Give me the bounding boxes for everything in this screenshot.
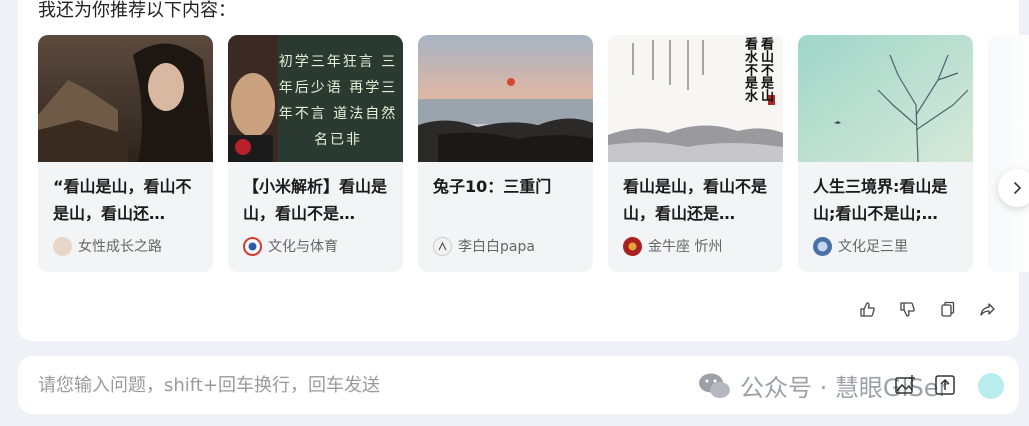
source-avatar [813, 236, 832, 256]
source-name: 金牛座 忻州 [648, 239, 723, 255]
card-title[interactable]: “看山是山，看山不是山，看山还… [53, 173, 201, 227]
card-source: 文化足三里 [813, 235, 908, 257]
share-icon [979, 302, 995, 316]
wechat-icon [699, 373, 730, 398]
card-source: 文化与体育 [243, 235, 338, 257]
share-button[interactable] [978, 300, 996, 318]
recommendation-card[interactable]: 兔子10：三重门 李白白papa [418, 35, 593, 272]
carousel-next-button[interactable] [998, 169, 1029, 207]
card-title[interactable]: 兔子10：三重门 [433, 173, 581, 200]
card-source: 金牛座 忻州 [623, 235, 722, 257]
card-title[interactable]: 【小米解析】看山是山，看山不是… [243, 173, 391, 227]
card-title[interactable]: 人生三境界:看山是山;看山不是山;… [813, 173, 961, 227]
chevron-right-icon [1014, 182, 1021, 194]
card-thumbnail [798, 35, 973, 162]
card-thumbnail [418, 35, 593, 162]
card-thumbnail: 看山不是山 看水不是水 [608, 35, 783, 162]
carousel-fade [978, 35, 1029, 272]
card-source: 女性成长之路 [53, 235, 162, 257]
source-name: 李白白papa [458, 239, 535, 255]
source-name: 女性成长之路 [78, 239, 162, 255]
chat-input-bar: 公众号 · 慧眼GISer [18, 356, 1019, 414]
file-upload-button[interactable] [933, 373, 957, 397]
source-name: 文化与体育 [268, 239, 338, 255]
recommendation-carousel: “看山是山，看山不是山，看山还… 女性成长之路 初学三年狂言 三年后少语 再学三… [38, 35, 1029, 272]
card-thumbnail [38, 35, 213, 162]
copy-button[interactable] [938, 300, 956, 318]
card-title[interactable]: 看山是山，看山不是山，看山还是… [623, 173, 771, 227]
recommendation-card[interactable]: 看山不是山 看水不是水 看山是山，看山不是山，看山还是… 金牛座 忻州 [608, 35, 783, 272]
upload-icon [935, 375, 955, 395]
thumbnail-overlay-text: 初学三年狂言 三年后少语 再学三年不言 道法自然名已非 [278, 54, 398, 148]
card-thumbnail: 初学三年狂言 三年后少语 再学三年不言 道法自然名已非 [228, 35, 403, 162]
source-avatar [623, 236, 642, 256]
recommendation-card[interactable]: 人生三境界:看山是山;看山不是山;… 文化足三里 [798, 35, 973, 272]
recommendation-card[interactable]: “看山是山，看山不是山，看山还… 女性成长之路 [38, 35, 213, 272]
answer-actions [858, 300, 996, 318]
source-avatar [243, 236, 262, 256]
recommendation-card[interactable]: 初学三年狂言 三年后少语 再学三年不言 道法自然名已非 【小米解析】看山是山，看… [228, 35, 403, 272]
source-avatar [433, 236, 452, 256]
source-name: 文化足三里 [838, 239, 908, 255]
thumbs-up-icon [859, 301, 875, 317]
source-avatar [53, 236, 72, 256]
dislike-button[interactable] [898, 300, 916, 318]
card-source: 李白白papa [433, 235, 535, 257]
chat-input[interactable] [38, 370, 678, 400]
image-icon [895, 375, 915, 394]
watermark-text: 公众号 · 慧眼GISer [740, 374, 949, 402]
like-button[interactable] [858, 300, 876, 318]
image-upload-button[interactable] [893, 373, 917, 397]
send-button[interactable] [978, 373, 1004, 399]
recommendation-heading: 我还为你推荐以下内容： [38, 0, 236, 21]
thumbnail-overlay-text: 看山不是山 看水不是水 [742, 37, 773, 102]
thumbs-down-icon [899, 301, 915, 317]
copy-icon [940, 301, 954, 317]
